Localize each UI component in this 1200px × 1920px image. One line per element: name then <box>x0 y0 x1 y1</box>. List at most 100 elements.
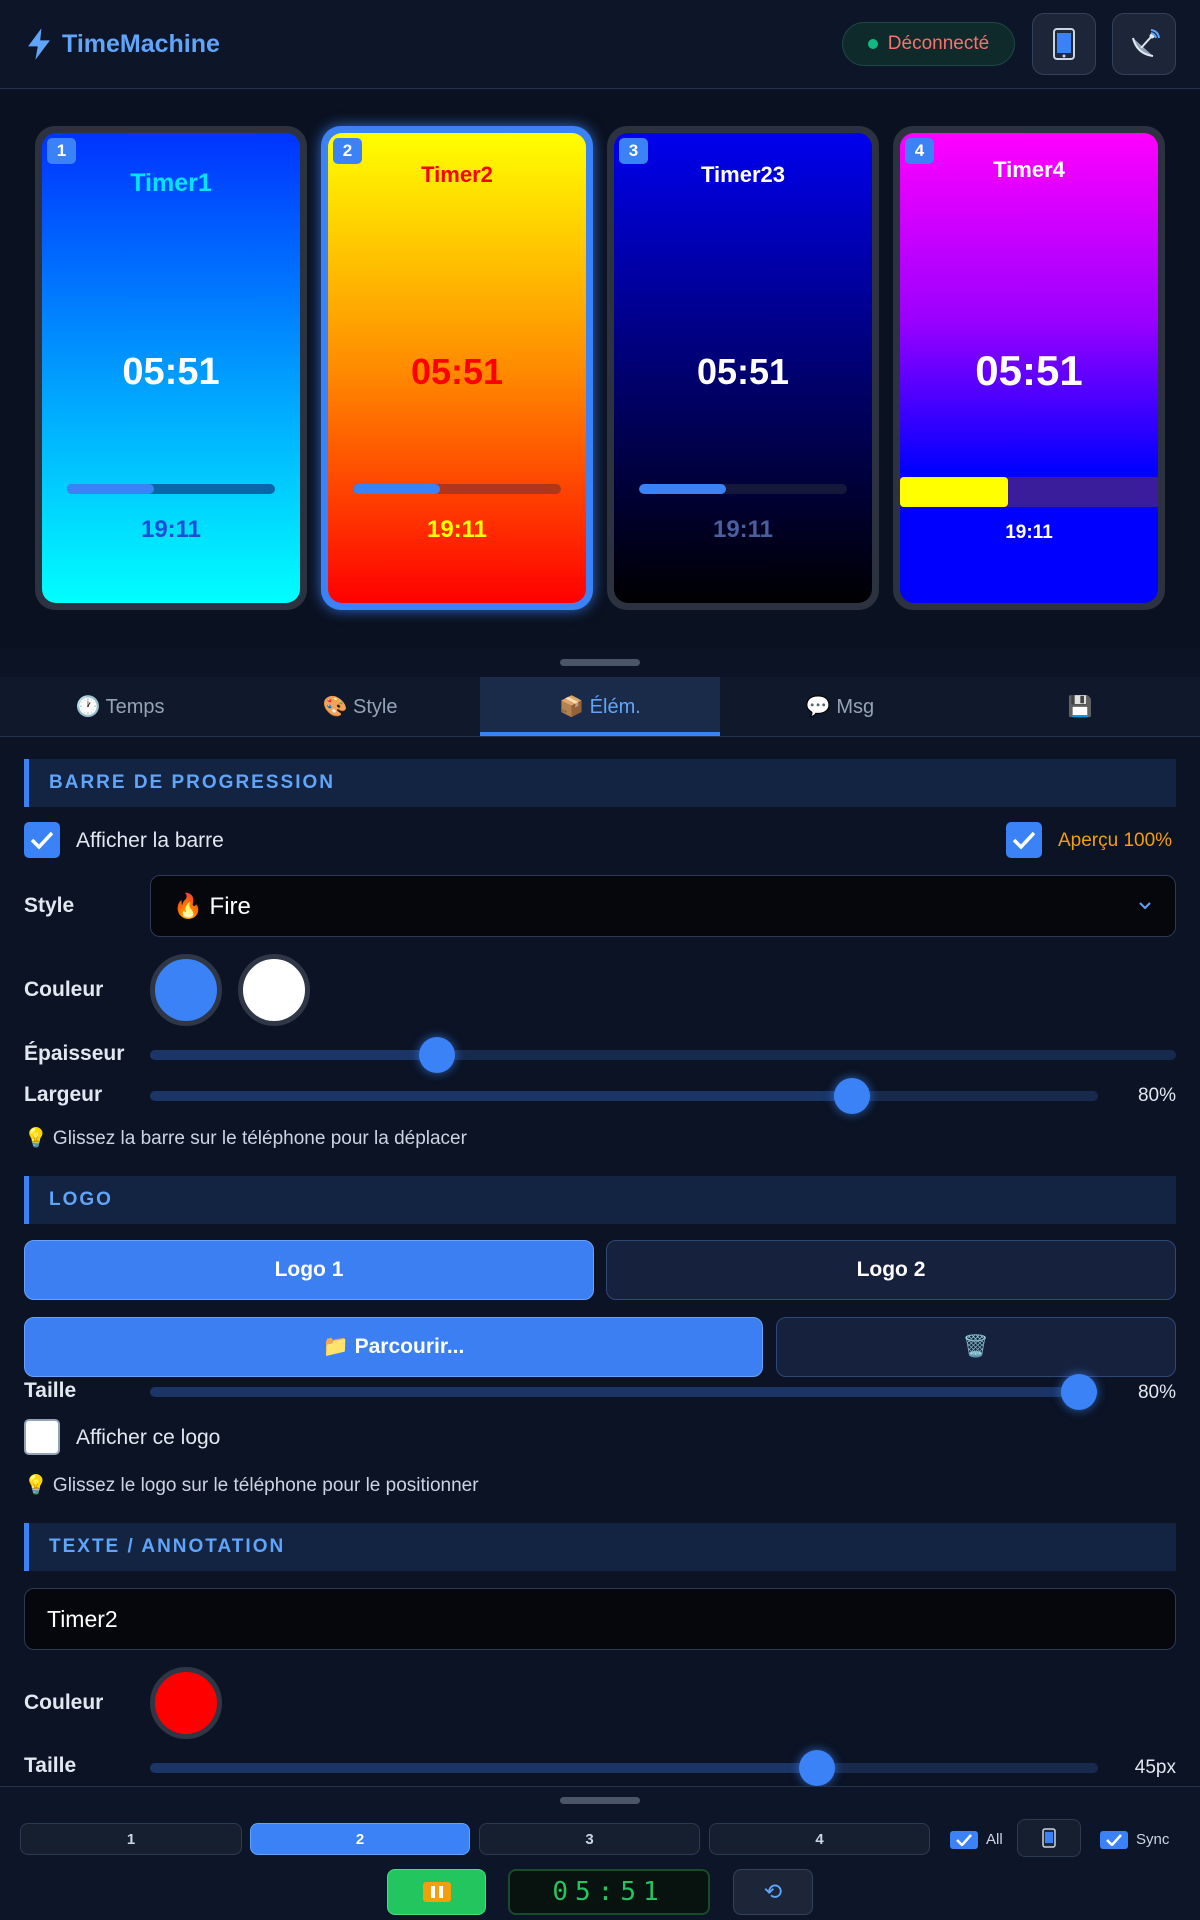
phone-progress-fill <box>353 484 441 494</box>
timer-select-2[interactable]: 2 <box>250 1823 470 1855</box>
phone-preview-1[interactable]: 1 Timer1 05:51 19:11 <box>35 126 307 610</box>
preview-100-label: Aperçu 100% <box>1058 830 1173 851</box>
lightning-icon <box>28 28 50 60</box>
logo-size-value: 80% <box>1137 1382 1176 1403</box>
slider-fill <box>150 1763 818 1773</box>
phone-title: Timer23 <box>701 162 785 187</box>
check-icon <box>956 1834 972 1846</box>
phone-screen: 1 Timer1 05:51 19:11 <box>42 133 300 603</box>
width-slider[interactable] <box>150 1078 1098 1114</box>
bar-style-select[interactable]: 🔥 Fire <box>150 875 1176 937</box>
app-name: TimeMachine <box>62 29 220 58</box>
tab-save[interactable]: 💾 <box>960 677 1200 736</box>
annotation-text-input[interactable]: Timer2 <box>24 1588 1176 1650</box>
phone-time: 05:51 <box>122 351 220 393</box>
phone-progress-bar[interactable] <box>67 484 275 494</box>
preview-100-checkbox[interactable] <box>1006 822 1042 858</box>
timer-select-3[interactable]: 3 <box>479 1823 700 1855</box>
text-size-value: 45px <box>1134 1757 1176 1778</box>
timer-select-1[interactable]: 1 <box>20 1823 242 1855</box>
phone-time: 05:51 <box>696 351 790 392</box>
slider-knob[interactable] <box>833 1078 870 1114</box>
phone-icon <box>1042 1828 1056 1848</box>
slider-fill <box>150 1050 438 1060</box>
resize-handle[interactable] <box>560 1797 640 1804</box>
satellite-icon <box>1132 29 1160 57</box>
text-color-swatch[interactable] <box>150 1667 222 1739</box>
phone-end-time: 19:11 <box>1005 522 1053 543</box>
phone-mode-button[interactable] <box>1017 1819 1081 1857</box>
sync-checkbox[interactable] <box>1100 1831 1128 1849</box>
broadcast-button[interactable] <box>1112 13 1176 75</box>
phone-end-time: 19:11 <box>140 516 202 543</box>
thickness-slider[interactable] <box>150 1037 1176 1073</box>
logo-size-slider[interactable] <box>150 1374 1098 1410</box>
width-label: Largeur <box>24 1083 103 1106</box>
phone-progress-fill <box>67 484 155 494</box>
phone-screen: 3 Timer23 05:51 19:11 <box>614 133 872 603</box>
phone-end-time: 19:11 <box>426 516 488 543</box>
slider-knob[interactable] <box>1061 1374 1098 1410</box>
phone-screen: 2 Timer2 05:51 19:11 <box>328 133 586 603</box>
bar-style-value: 🔥 Fire <box>173 892 251 920</box>
tab-messages[interactable]: 💬 Msg <box>720 677 960 736</box>
main-timer-display: 05:51 <box>508 1869 710 1915</box>
bar-hint: 💡 Glissez la barre sur le téléphone pour… <box>24 1128 467 1149</box>
phone-title: Timer2 <box>421 162 493 187</box>
pause-icon <box>422 1882 451 1902</box>
pause-button[interactable] <box>387 1869 486 1915</box>
show-bar-label: Afficher la barre <box>76 829 224 852</box>
phone-progress-fill <box>900 477 1009 507</box>
phone-preview-2[interactable]: 2 Timer2 05:51 19:11 <box>321 126 593 610</box>
annotation-text-value: Timer2 <box>47 1605 118 1632</box>
section-header-progress: BARRE DE PROGRESSION <box>24 759 1176 807</box>
all-label: All <box>986 1831 1003 1848</box>
phone-title: Timer4 <box>993 157 1065 182</box>
phone-progress-bar[interactable] <box>353 484 561 494</box>
bar-color-swatch-secondary[interactable] <box>238 954 310 1026</box>
browse-logo-button[interactable]: 📁 Parcourir... <box>24 1317 763 1377</box>
phone-progress-bar[interactable] <box>900 477 1158 507</box>
width-value: 80% <box>1137 1085 1176 1106</box>
bar-color-label: Couleur <box>24 978 104 1001</box>
phone-preview-3[interactable]: 3 Timer23 05:51 19:11 <box>607 126 879 610</box>
connection-status-text: Déconnecté <box>887 33 990 54</box>
tab-temps[interactable]: 🕐 Temps <box>0 677 240 736</box>
text-size-slider[interactable] <box>150 1750 1098 1786</box>
logo-size-label: Taille <box>24 1379 77 1402</box>
resize-handle[interactable] <box>560 659 640 666</box>
tab-style[interactable]: 🎨 Style <box>240 677 480 736</box>
slider-knob[interactable] <box>799 1750 836 1786</box>
sync-label: Sync <box>1136 1831 1170 1848</box>
tab-elements[interactable]: 📦 Élém. <box>480 677 720 736</box>
reset-icon: ⟲ <box>763 1879 783 1904</box>
slider-knob[interactable] <box>419 1037 456 1073</box>
phone-time: 05:51 <box>975 347 1083 394</box>
status-dot-icon <box>867 39 878 49</box>
app-header: TimeMachine Déconnecté <box>0 0 1200 89</box>
phone-button[interactable] <box>1032 13 1096 75</box>
check-icon <box>1012 831 1036 850</box>
logo-2-button[interactable]: Logo 2 <box>606 1240 1176 1300</box>
logo-hint: 💡 Glissez le logo sur le téléphone pour … <box>24 1475 479 1496</box>
phone-preview-4[interactable]: 4 Timer4 05:51 19:11 <box>893 126 1165 610</box>
bottom-control-bar: 1 2 3 4 All Sync 05:51 ⟲ <box>0 1786 1200 1920</box>
connection-status-badge: Déconnecté <box>842 22 1015 66</box>
style-label: Style <box>24 894 75 917</box>
show-logo-checkbox[interactable] <box>24 1419 60 1455</box>
check-icon <box>30 831 54 850</box>
check-icon <box>1106 1834 1122 1846</box>
phone-number-badge: 1 <box>47 138 76 164</box>
phone-number-badge: 2 <box>333 138 362 164</box>
phone-progress-fill <box>639 484 727 494</box>
phone-icon <box>1053 28 1075 60</box>
reset-button[interactable]: ⟲ <box>733 1869 813 1915</box>
timer-select-4[interactable]: 4 <box>709 1823 930 1855</box>
phone-screen: 4 Timer4 05:51 19:11 <box>900 133 1158 603</box>
logo-1-button[interactable]: Logo 1 <box>24 1240 594 1300</box>
delete-logo-button[interactable]: 🗑️ <box>776 1317 1176 1377</box>
bar-color-swatch-primary[interactable] <box>150 954 222 1026</box>
phone-progress-bar[interactable] <box>639 484 847 494</box>
show-bar-checkbox[interactable] <box>24 822 60 858</box>
all-checkbox[interactable] <box>950 1831 978 1849</box>
